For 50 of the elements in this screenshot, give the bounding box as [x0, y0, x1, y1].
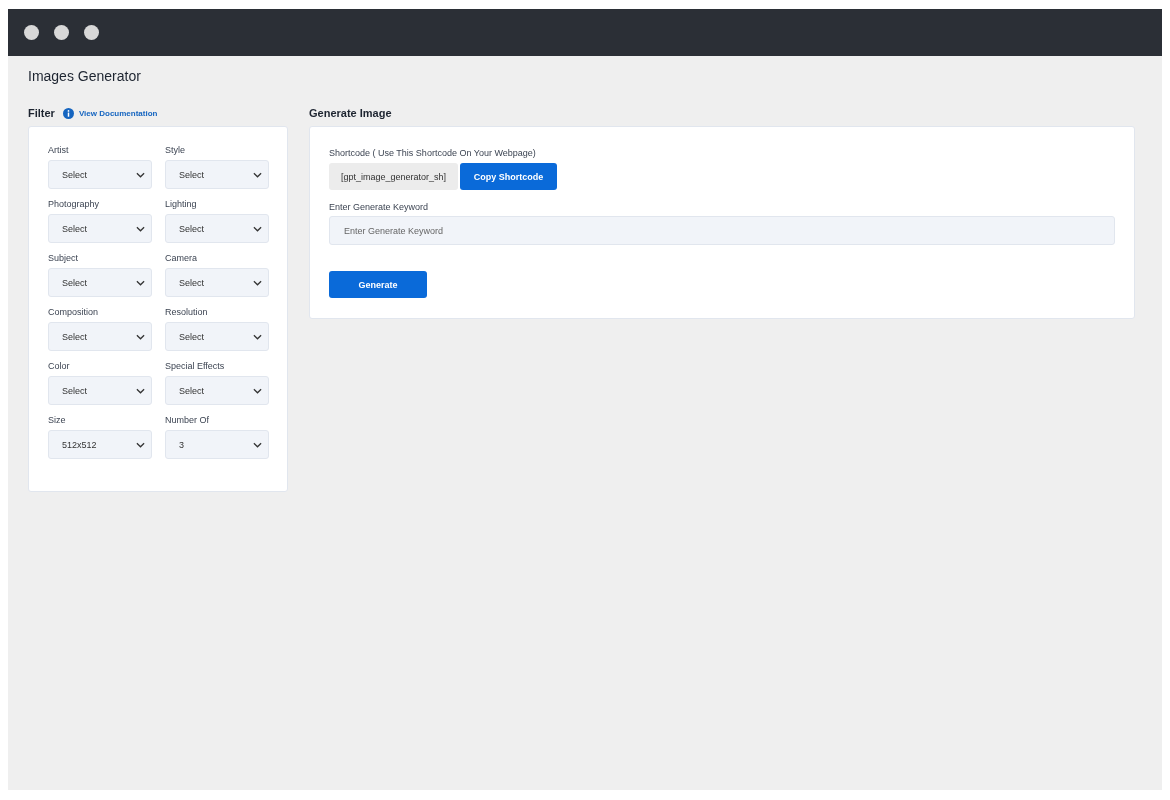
generate-button[interactable]: Generate	[329, 271, 427, 298]
chevron-icon	[253, 387, 262, 394]
filter-heading: Filter	[28, 107, 55, 119]
chevron-icon	[136, 225, 145, 232]
generate-heading: Generate Image	[309, 107, 392, 119]
select-field[interactable]: Select	[165, 268, 269, 297]
chevron-icon	[136, 333, 145, 340]
select-field[interactable]: 3	[165, 430, 269, 459]
shortcode-field[interactable]: [gpt_image_generator_sh]	[329, 163, 459, 190]
field-label: Subject	[48, 253, 80, 263]
window-dot-icon[interactable]	[54, 25, 69, 40]
chevron-icon	[253, 225, 262, 232]
select-field[interactable]: 512x512	[48, 430, 152, 459]
select-field[interactable]: Select	[165, 214, 269, 243]
field-label: Resolution	[165, 307, 209, 317]
keyword-input[interactable]: Enter Generate Keyword	[329, 216, 1115, 245]
documentation-link[interactable]: View Documentation	[78, 108, 158, 118]
shortcode-label: Shortcode ( Use This Shortcode On Your Webpage)	[329, 148, 537, 158]
select-field[interactable]: Select	[165, 322, 269, 351]
info-icon	[62, 107, 74, 119]
select-field[interactable]: Select	[165, 376, 269, 405]
chevron-icon	[253, 279, 262, 286]
select-field[interactable]: Select	[48, 322, 152, 351]
field-label: Photography	[48, 199, 101, 209]
select-field[interactable]: Select	[165, 160, 269, 189]
page-title: Images Generator	[28, 68, 142, 84]
chevron-icon	[136, 441, 145, 448]
window-dot-icon[interactable]	[24, 25, 39, 40]
field-label: Lighting	[165, 199, 198, 209]
field-label: Number Of	[165, 415, 210, 425]
select-field[interactable]: Select	[48, 376, 152, 405]
field-label: Special Effects	[165, 361, 226, 371]
field-label: Color	[48, 361, 71, 371]
select-field[interactable]: Select	[48, 214, 152, 243]
field-label: Artist	[48, 145, 70, 155]
chevron-icon	[136, 387, 145, 394]
chevron-icon	[136, 279, 145, 286]
copy-shortcode-button[interactable]: Copy Shortcode	[460, 163, 558, 190]
chevron-icon	[253, 171, 262, 178]
chevron-icon	[136, 171, 145, 178]
field-label: Size	[48, 415, 67, 425]
select-field[interactable]: Select	[48, 268, 152, 297]
field-label: Composition	[48, 307, 100, 317]
chevron-icon	[253, 441, 262, 448]
window-dot-icon[interactable]	[84, 25, 99, 40]
chevron-icon	[253, 333, 262, 340]
keyword-label: Enter Generate Keyword	[329, 202, 430, 212]
field-label: Style	[165, 145, 186, 155]
field-label: Camera	[165, 253, 198, 263]
select-field[interactable]: Select	[48, 160, 152, 189]
